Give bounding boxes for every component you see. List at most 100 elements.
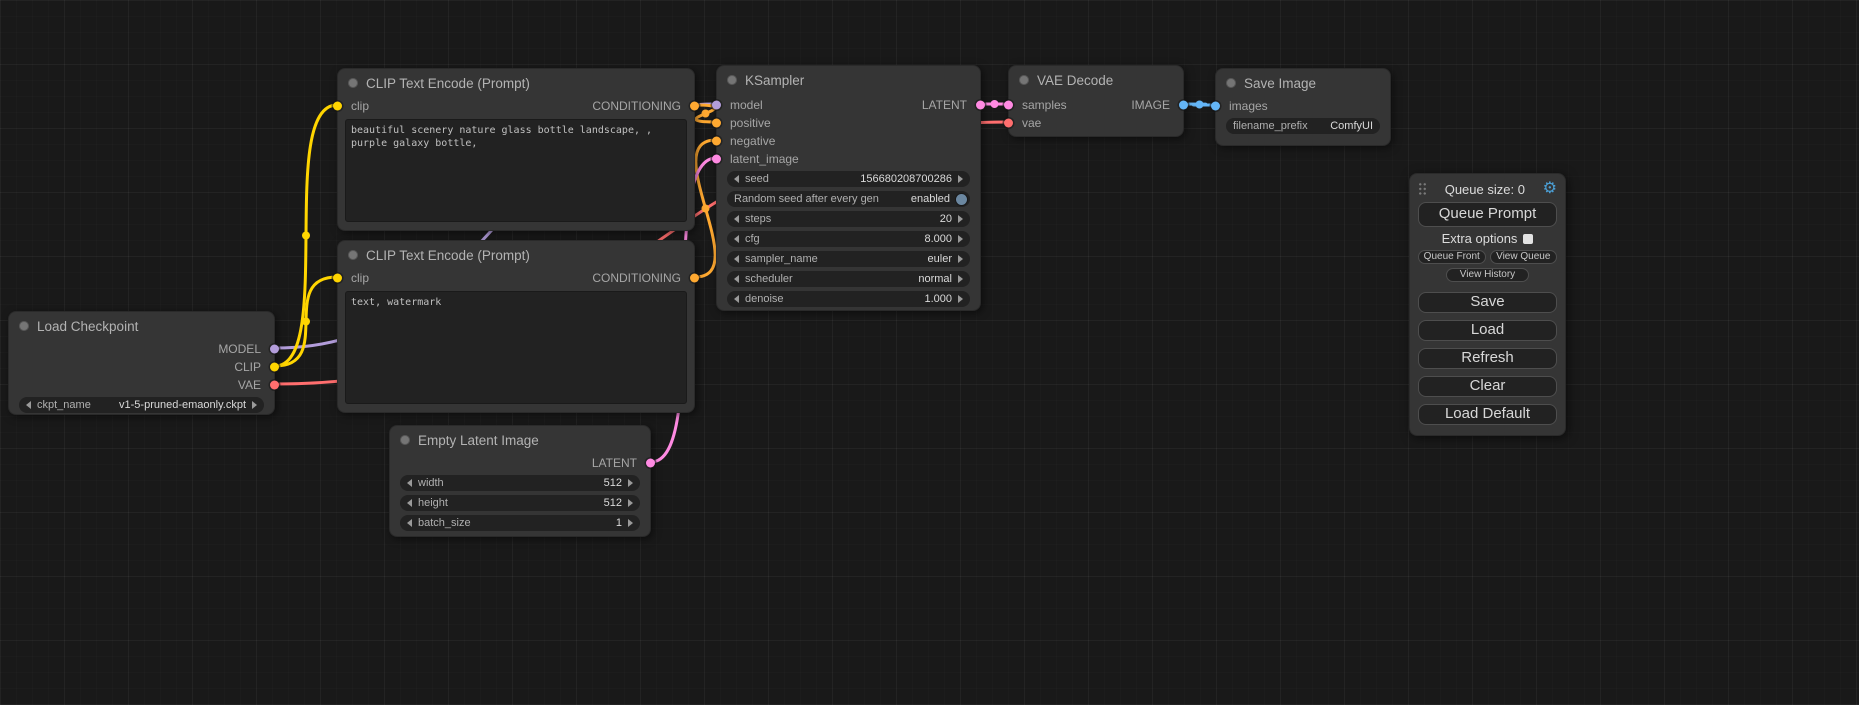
prompt-textarea[interactable]: beautiful scenery nature glass bottle la… <box>345 119 687 222</box>
next-value-arrow-icon[interactable] <box>252 401 257 409</box>
increment-arrow-icon[interactable] <box>628 519 633 527</box>
link-wire <box>275 277 337 366</box>
slot-label: clip <box>351 271 369 285</box>
output-dot-latent[interactable] <box>976 101 985 110</box>
prompt-textarea[interactable]: text, watermark <box>345 291 687 404</box>
increment-arrow-icon[interactable] <box>958 235 963 243</box>
output-dot-image[interactable] <box>1179 101 1188 110</box>
node-title: KSampler <box>745 73 804 88</box>
widget-seed[interactable]: seed 156680208700286 <box>727 171 970 187</box>
input-dot-samples[interactable] <box>1004 101 1013 110</box>
widget-label: denoise <box>745 293 784 305</box>
node-load-checkpoint[interactable]: Load Checkpoint MODEL CLIP VAE ckpt_name… <box>8 311 275 415</box>
settings-gear-icon[interactable]: ⚙ <box>1543 181 1557 197</box>
slot-label: positive <box>730 116 771 130</box>
node-graph-canvas[interactable]: Load Checkpoint MODEL CLIP VAE ckpt_name… <box>0 0 1859 705</box>
refresh-button[interactable]: Refresh <box>1418 348 1557 369</box>
node-header[interactable]: VAE Decode <box>1009 66 1183 94</box>
collapse-dot[interactable] <box>348 78 358 88</box>
view-history-button[interactable]: View History <box>1446 268 1529 282</box>
next-value-arrow-icon[interactable] <box>958 255 963 263</box>
node-ksampler[interactable]: KSampler model LATENT positive negative … <box>716 65 981 311</box>
widget-random-seed-toggle[interactable]: Random seed after every gen enabled <box>727 191 970 207</box>
node-header[interactable]: Load Checkpoint <box>9 312 274 340</box>
input-dot-latent-image[interactable] <box>712 155 721 164</box>
output-dot-latent[interactable] <box>646 459 655 468</box>
node-clip-text-encode-negative[interactable]: CLIP Text Encode (Prompt) clip CONDITION… <box>337 240 695 413</box>
widget-sampler-name[interactable]: sampler_name euler <box>727 251 970 267</box>
widget-label: scheduler <box>745 273 793 285</box>
input-dot-positive[interactable] <box>712 119 721 128</box>
next-value-arrow-icon[interactable] <box>958 275 963 283</box>
output-dot-clip[interactable] <box>270 363 279 372</box>
input-dot-negative[interactable] <box>712 137 721 146</box>
view-queue-button[interactable]: View Queue <box>1490 250 1558 264</box>
node-header[interactable]: KSampler <box>717 66 980 94</box>
increment-arrow-icon[interactable] <box>958 215 963 223</box>
widget-cfg[interactable]: cfg 8.000 <box>727 231 970 247</box>
queue-front-button[interactable]: Queue Front <box>1418 250 1486 264</box>
decrement-arrow-icon[interactable] <box>734 295 739 303</box>
increment-arrow-icon[interactable] <box>628 499 633 507</box>
output-dot-conditioning[interactable] <box>690 274 699 283</box>
widget-width[interactable]: width 512 <box>400 475 640 491</box>
prev-value-arrow-icon[interactable] <box>26 401 31 409</box>
decrement-arrow-icon[interactable] <box>407 499 412 507</box>
collapse-dot[interactable] <box>1019 75 1029 85</box>
node-clip-text-encode-positive[interactable]: CLIP Text Encode (Prompt) clip CONDITION… <box>337 68 695 231</box>
decrement-arrow-icon[interactable] <box>407 479 412 487</box>
node-empty-latent-image[interactable]: Empty Latent Image LATENT width 512 heig… <box>389 425 651 537</box>
load-button[interactable]: Load <box>1418 320 1557 341</box>
collapse-dot[interactable] <box>400 435 410 445</box>
widget-value: 20 <box>940 213 952 225</box>
decrement-arrow-icon[interactable] <box>734 215 739 223</box>
slot-row: clip CONDITIONING <box>338 97 694 115</box>
input-dot-vae[interactable] <box>1004 119 1013 128</box>
increment-arrow-icon[interactable] <box>958 175 963 183</box>
decrement-arrow-icon[interactable] <box>407 519 412 527</box>
decrement-arrow-icon[interactable] <box>734 235 739 243</box>
output-dot-model[interactable] <box>270 345 279 354</box>
node-save-image[interactable]: Save Image images filename_prefix ComfyU… <box>1215 68 1391 146</box>
node-vae-decode[interactable]: VAE Decode samples IMAGE vae <box>1008 65 1184 137</box>
slot-row: negative <box>717 132 980 150</box>
clear-button[interactable]: Clear <box>1418 376 1557 397</box>
input-dot-clip[interactable] <box>333 274 342 283</box>
output-dot-vae[interactable] <box>270 381 279 390</box>
output-dot-conditioning[interactable] <box>690 102 699 111</box>
drag-handle-icon[interactable] <box>1418 182 1427 196</box>
widget-ckpt-name[interactable]: ckpt_name v1-5-pruned-emaonly.ckpt <box>19 397 264 413</box>
collapse-dot[interactable] <box>348 250 358 260</box>
widget-scheduler[interactable]: scheduler normal <box>727 271 970 287</box>
widget-height[interactable]: height 512 <box>400 495 640 511</box>
input-dot-model[interactable] <box>712 101 721 110</box>
output-slot-clip: CLIP <box>9 358 274 376</box>
collapse-dot[interactable] <box>1226 78 1236 88</box>
collapse-dot[interactable] <box>19 321 29 331</box>
widget-batch-size[interactable]: batch_size 1 <box>400 515 640 531</box>
extra-options-checkbox[interactable] <box>1523 234 1533 244</box>
node-header[interactable]: CLIP Text Encode (Prompt) <box>338 241 694 269</box>
decrement-arrow-icon[interactable] <box>734 175 739 183</box>
save-button[interactable]: Save <box>1418 292 1557 313</box>
node-header[interactable]: Empty Latent Image <box>390 426 650 454</box>
widget-denoise[interactable]: denoise 1.000 <box>727 291 970 307</box>
widget-value: 156680208700286 <box>860 173 952 185</box>
node-header[interactable]: CLIP Text Encode (Prompt) <box>338 69 694 97</box>
widget-filename-prefix[interactable]: filename_prefix ComfyUI <box>1226 118 1380 134</box>
slot-label: LATENT <box>592 456 637 470</box>
increment-arrow-icon[interactable] <box>628 479 633 487</box>
input-dot-clip[interactable] <box>333 102 342 111</box>
slot-label: CLIP <box>234 360 261 374</box>
toggle-knob[interactable] <box>956 194 967 205</box>
input-dot-images[interactable] <box>1211 102 1220 111</box>
queue-prompt-button[interactable]: Queue Prompt <box>1418 202 1557 227</box>
link-wire <box>275 105 337 366</box>
prev-value-arrow-icon[interactable] <box>734 255 739 263</box>
widget-steps[interactable]: steps 20 <box>727 211 970 227</box>
increment-arrow-icon[interactable] <box>958 295 963 303</box>
prev-value-arrow-icon[interactable] <box>734 275 739 283</box>
node-header[interactable]: Save Image <box>1216 69 1390 97</box>
collapse-dot[interactable] <box>727 75 737 85</box>
load-default-button[interactable]: Load Default <box>1418 404 1557 425</box>
